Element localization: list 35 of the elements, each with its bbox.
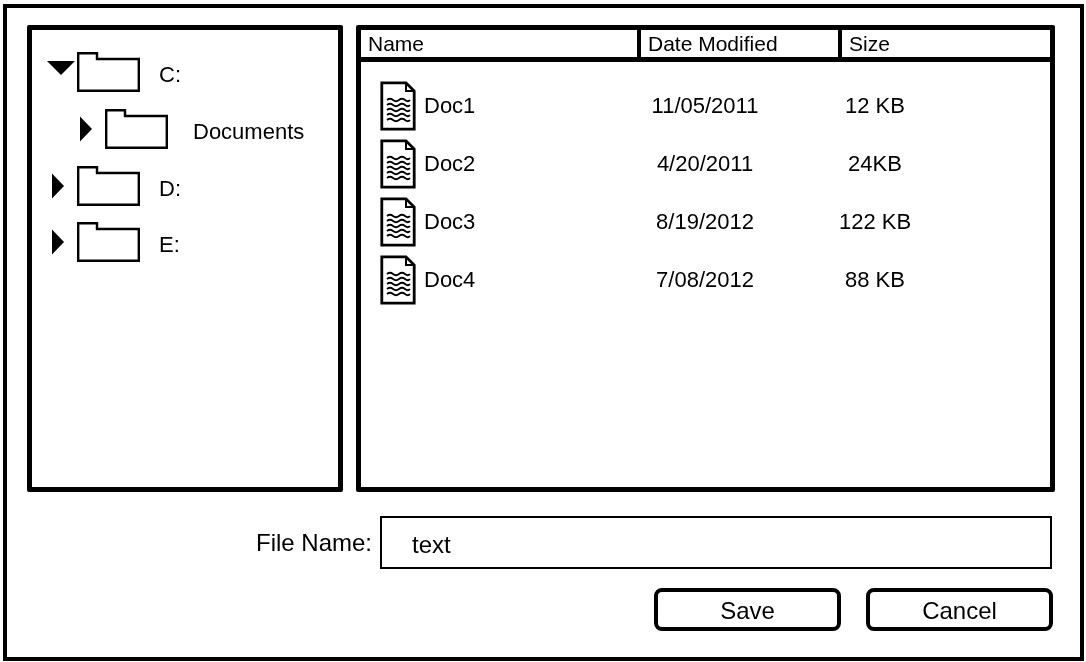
folder-label[interactable]: Documents: [193, 119, 305, 145]
folder-label[interactable]: D:: [159, 176, 181, 202]
cancel-button[interactable]: Cancel: [866, 588, 1053, 631]
expand-triangle-right-icon[interactable]: [52, 229, 64, 255]
file-name[interactable]: Doc4: [424, 267, 476, 293]
file-name[interactable]: Doc3: [424, 209, 476, 235]
date-modified-cell-text: 8/19/2012: [655, 209, 755, 235]
file-name-field[interactable]: text: [380, 516, 1052, 569]
folder-icon: [105, 109, 168, 149]
folder-icon: [77, 52, 140, 92]
date-modified-cell-text: 4/20/2011: [655, 151, 755, 177]
column-header[interactable]: Name: [361, 30, 641, 57]
document-icon: [380, 197, 416, 247]
size-cell-text: 24KB: [847, 151, 903, 177]
file-name[interactable]: Doc2: [424, 151, 476, 177]
column-header[interactable]: Size: [842, 30, 1050, 57]
expand-triangle-down-icon[interactable]: [47, 61, 75, 75]
folder-label[interactable]: E:: [159, 232, 180, 258]
document-icon: [380, 81, 416, 131]
file-name-label: File Name:: [254, 528, 373, 557]
document-icon: [380, 255, 416, 305]
size-cell-text: 12 KB: [844, 93, 906, 119]
size-cell-text: 122 KB: [837, 209, 913, 235]
column-header[interactable]: Date Modified: [641, 30, 842, 57]
folder-label[interactable]: C:: [159, 62, 181, 88]
save-button[interactable]: Save: [654, 588, 841, 631]
date-modified-cell-text: 11/05/2011: [650, 93, 760, 119]
folder-icon: [77, 222, 140, 262]
date-modified-cell-text: 7/08/2012: [655, 267, 755, 293]
folder-icon: [77, 166, 140, 206]
expand-triangle-right-icon[interactable]: [52, 173, 64, 199]
document-icon: [380, 139, 416, 189]
size-cell-text: 88 KB: [844, 267, 906, 293]
expand-triangle-right-icon[interactable]: [80, 116, 92, 142]
file-name[interactable]: Doc1: [424, 93, 476, 119]
